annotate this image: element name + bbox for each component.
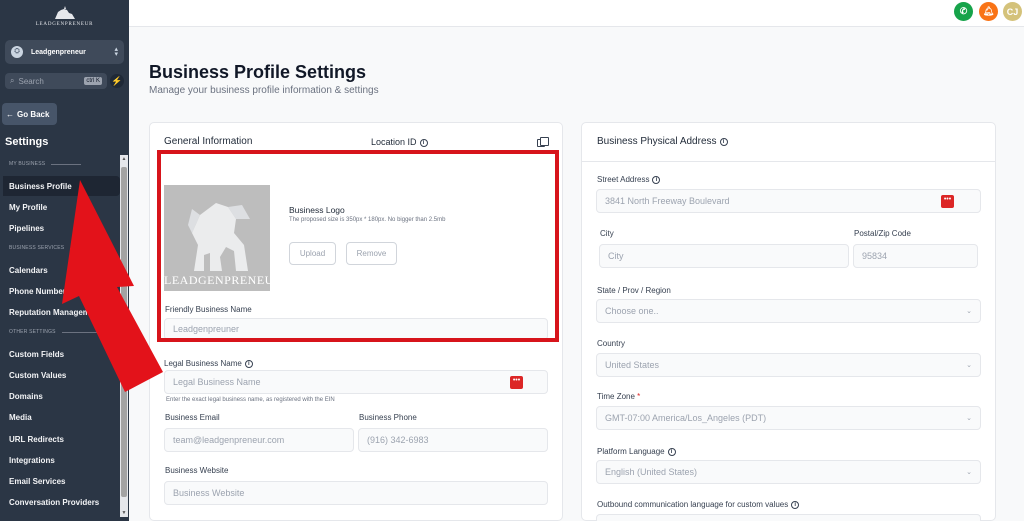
annotation-arrow-icon	[62, 180, 163, 392]
